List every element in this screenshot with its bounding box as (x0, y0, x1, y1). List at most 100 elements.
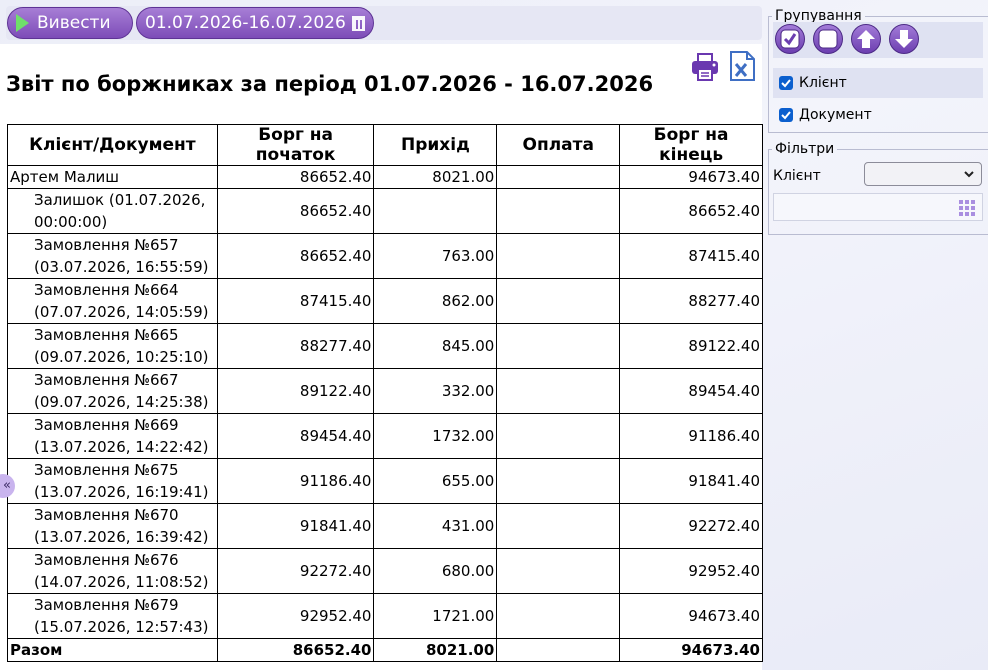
document-name: Замовлення №676 (14.07.2026, 11:08:52) (7, 548, 218, 594)
document-date: (07.07.2026, 14:05:59) (34, 303, 209, 321)
debt-end-cell: 94673.40 (619, 593, 763, 639)
arrow-down-icon (895, 30, 913, 48)
total-income: 8021.00 (373, 638, 498, 662)
debt-end-cell: 89122.40 (619, 323, 763, 369)
total-debt-end: 94673.40 (619, 638, 763, 662)
document-row: Замовлення №675 (13.07.2026, 16:19:41) 911… (7, 458, 763, 504)
payment-cell (496, 233, 621, 279)
grouping-option-label: Клієнт (799, 75, 847, 91)
debt-end-cell: 91841.40 (619, 458, 763, 504)
document-date: (09.07.2026, 10:25:10) (34, 348, 209, 366)
column-header: Оплата (496, 124, 621, 166)
table-header-row: Клієнт/Документ Борг на початок Прихід О… (7, 124, 763, 166)
document-date: 00:00:00) (34, 213, 108, 231)
column-header: Борг на кінець (619, 124, 763, 166)
debt-start-cell: 86652.40 (216, 188, 375, 234)
run-button[interactable]: Вивести (7, 7, 133, 39)
grouping-option-client[interactable]: Клієнт (773, 68, 983, 98)
document-date: (13.07.2026, 14:22:42) (34, 438, 209, 456)
document-title: Замовлення №669 (34, 416, 179, 434)
income-cell: 680.00 (373, 548, 498, 594)
document-date: (15.07.2026, 12:57:43) (34, 618, 209, 636)
payment-cell (496, 368, 621, 414)
payment-cell (496, 548, 621, 594)
checkbox-checked-icon[interactable] (779, 108, 793, 122)
document-name: Замовлення №665 (09.07.2026, 10:25:10) (7, 323, 218, 369)
debt-end-cell: 92272.40 (619, 503, 763, 549)
debt-start-cell: 92952.40 (216, 593, 375, 639)
debt-start-cell: 88277.40 (216, 323, 375, 369)
document-title: Замовлення №665 (34, 326, 179, 344)
checkbox-checked-icon (780, 29, 800, 49)
debt-end-cell: 91186.40 (619, 413, 763, 459)
payment-cell (496, 503, 621, 549)
document-date: (13.07.2026, 16:39:42) (34, 528, 209, 546)
payment-cell (496, 188, 621, 234)
toolbar: Вивести 01.07.2026-16.07.2026 (6, 6, 762, 40)
document-row: Замовлення №664 (07.07.2026, 14:05:59) 874… (7, 278, 763, 324)
debt-start-cell: 92272.40 (216, 548, 375, 594)
document-name: Замовлення №664 (07.07.2026, 14:05:59) (7, 278, 218, 324)
grouping-option-document[interactable]: Документ (773, 100, 983, 130)
report-panel: Звіт по боржниках за період 01.07.2026 -… (0, 44, 763, 670)
income-cell: 8021.00 (373, 165, 498, 189)
payment-cell (496, 458, 621, 504)
grouping-toolbar (773, 22, 983, 58)
settings-panel: Групування Клієнт Документ Фільтри Клієн… (768, 0, 988, 670)
document-name: Замовлення №657 (03.07.2026, 16:55:59) (7, 233, 218, 279)
debt-end-cell: 89454.40 (619, 368, 763, 414)
client-search-input[interactable] (773, 193, 983, 221)
document-title: Замовлення №664 (34, 281, 179, 299)
payment-cell (496, 593, 621, 639)
total-row: Разом 86652.40 8021.00 94673.40 (7, 638, 763, 662)
document-row: Замовлення №676 (14.07.2026, 11:08:52) 922… (7, 548, 763, 594)
document-row: Залишок (01.07.2026, 00:00:00) 86652.40 866… (7, 188, 763, 234)
run-button-label: Вивести (37, 13, 111, 33)
check-all-button[interactable] (775, 24, 805, 54)
document-row: Замовлення №670 (13.07.2026, 16:39:42) 918… (7, 503, 763, 549)
income-cell: 1721.00 (373, 593, 498, 639)
column-header: Прихід (373, 124, 498, 166)
debt-end-cell: 87415.40 (619, 233, 763, 279)
date-range-label: 01.07.2026-16.07.2026 (145, 13, 346, 33)
client-filter-select[interactable] (864, 162, 982, 186)
total-label: Разом (7, 638, 218, 662)
document-title: Замовлення №679 (34, 596, 179, 614)
income-cell: 763.00 (373, 233, 498, 279)
document-date: (14.07.2026, 11:08:52) (34, 573, 209, 591)
checkbox-empty-icon (818, 29, 838, 49)
client-group-row: Артем Малиш 86652.40 8021.00 94673.40 (7, 165, 763, 189)
debt-end-cell: 88277.40 (619, 278, 763, 324)
calendar-icon (351, 15, 365, 31)
payment-cell (496, 323, 621, 369)
income-cell: 332.00 (373, 368, 498, 414)
move-down-button[interactable] (889, 24, 919, 54)
uncheck-all-button[interactable] (813, 24, 843, 54)
payment-cell (496, 165, 621, 189)
income-cell (373, 188, 498, 234)
grid-picker-icon[interactable] (959, 200, 975, 216)
grouping-option-label: Документ (799, 107, 872, 123)
document-title: Замовлення №675 (34, 461, 179, 479)
client-filter-label: Клієнт (773, 168, 821, 184)
income-cell: 655.00 (373, 458, 498, 504)
document-name: Замовлення №679 (15.07.2026, 12:57:43) (7, 593, 218, 639)
excel-export-icon[interactable] (727, 50, 757, 82)
checkbox-checked-icon[interactable] (779, 76, 793, 90)
move-up-button[interactable] (851, 24, 881, 54)
income-cell: 845.00 (373, 323, 498, 369)
debt-start-cell: 86652.40 (216, 233, 375, 279)
debt-start-cell: 89454.40 (216, 413, 375, 459)
document-row: Замовлення №657 (03.07.2026, 16:55:59) 866… (7, 233, 763, 279)
income-cell: 431.00 (373, 503, 498, 549)
date-range-button[interactable]: 01.07.2026-16.07.2026 (136, 7, 374, 39)
document-title: Залишок (01.07.2026, (34, 191, 206, 209)
document-row: Замовлення №667 (09.07.2026, 14:25:38) 891… (7, 368, 763, 414)
payment-cell (496, 413, 621, 459)
income-cell: 1732.00 (373, 413, 498, 459)
document-date: (13.07.2026, 16:19:41) (34, 483, 209, 501)
document-name: Замовлення №670 (13.07.2026, 16:39:42) (7, 503, 218, 549)
print-icon[interactable] (690, 52, 720, 82)
report-title: Звіт по боржниках за період 01.07.2026 -… (6, 72, 654, 96)
debt-end-cell: 94673.40 (619, 165, 763, 189)
